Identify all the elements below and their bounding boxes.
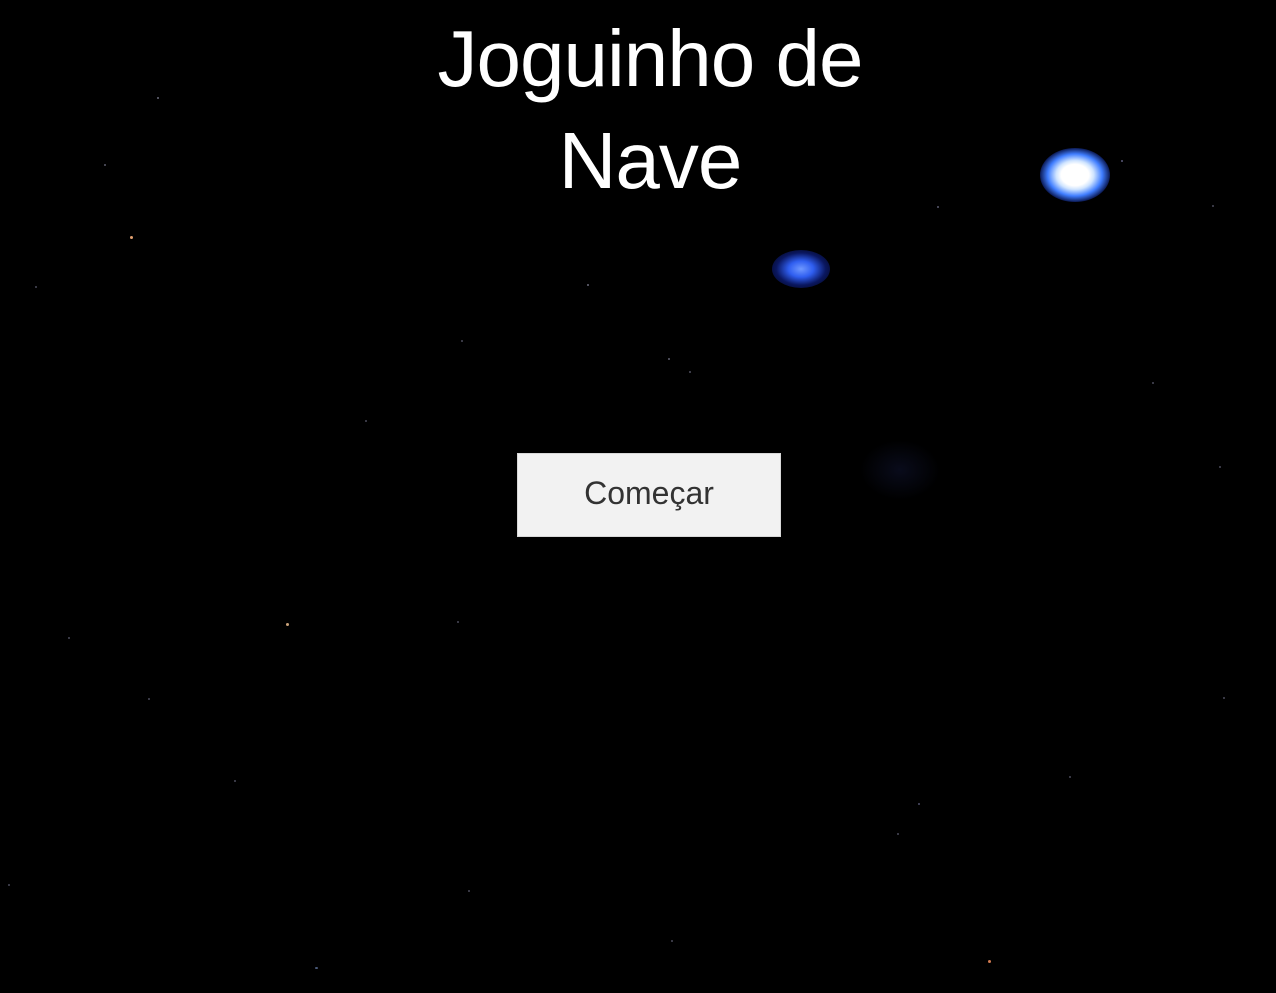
star-icon <box>130 236 133 239</box>
star-icon <box>671 940 673 942</box>
star-icon <box>988 960 991 963</box>
star-icon <box>918 803 920 805</box>
star-icon <box>68 637 70 639</box>
game-title-line1: Joguinho de <box>437 14 864 103</box>
faint-nebula-glow <box>860 440 940 500</box>
star-icon <box>1152 382 1154 384</box>
star-icon <box>1069 776 1071 778</box>
star-icon <box>461 340 463 342</box>
game-title-line2: Nave <box>558 116 743 205</box>
star-icon <box>1212 205 1214 207</box>
star-icon <box>587 284 589 286</box>
star-icon <box>689 371 691 373</box>
star-icon <box>468 890 470 892</box>
star-icon <box>157 97 159 99</box>
star-icon <box>1121 160 1123 162</box>
star-icon <box>148 698 150 700</box>
glowing-star-icon <box>772 250 830 288</box>
star-icon <box>457 621 459 623</box>
star-icon <box>1223 697 1225 699</box>
star-icon <box>104 164 106 166</box>
start-button[interactable]: Começar <box>517 453 781 537</box>
star-icon <box>365 420 367 422</box>
game-title: Joguinho de Nave <box>350 8 950 212</box>
star-icon <box>8 884 10 886</box>
star-icon <box>315 967 318 969</box>
game-start-screen: Joguinho de Nave Começar <box>0 0 1276 993</box>
star-icon <box>897 833 899 835</box>
star-icon <box>234 780 236 782</box>
glowing-star-icon <box>1040 148 1110 202</box>
star-icon <box>35 286 37 288</box>
star-icon <box>286 623 289 626</box>
star-icon <box>1219 466 1221 468</box>
star-icon <box>668 358 670 360</box>
